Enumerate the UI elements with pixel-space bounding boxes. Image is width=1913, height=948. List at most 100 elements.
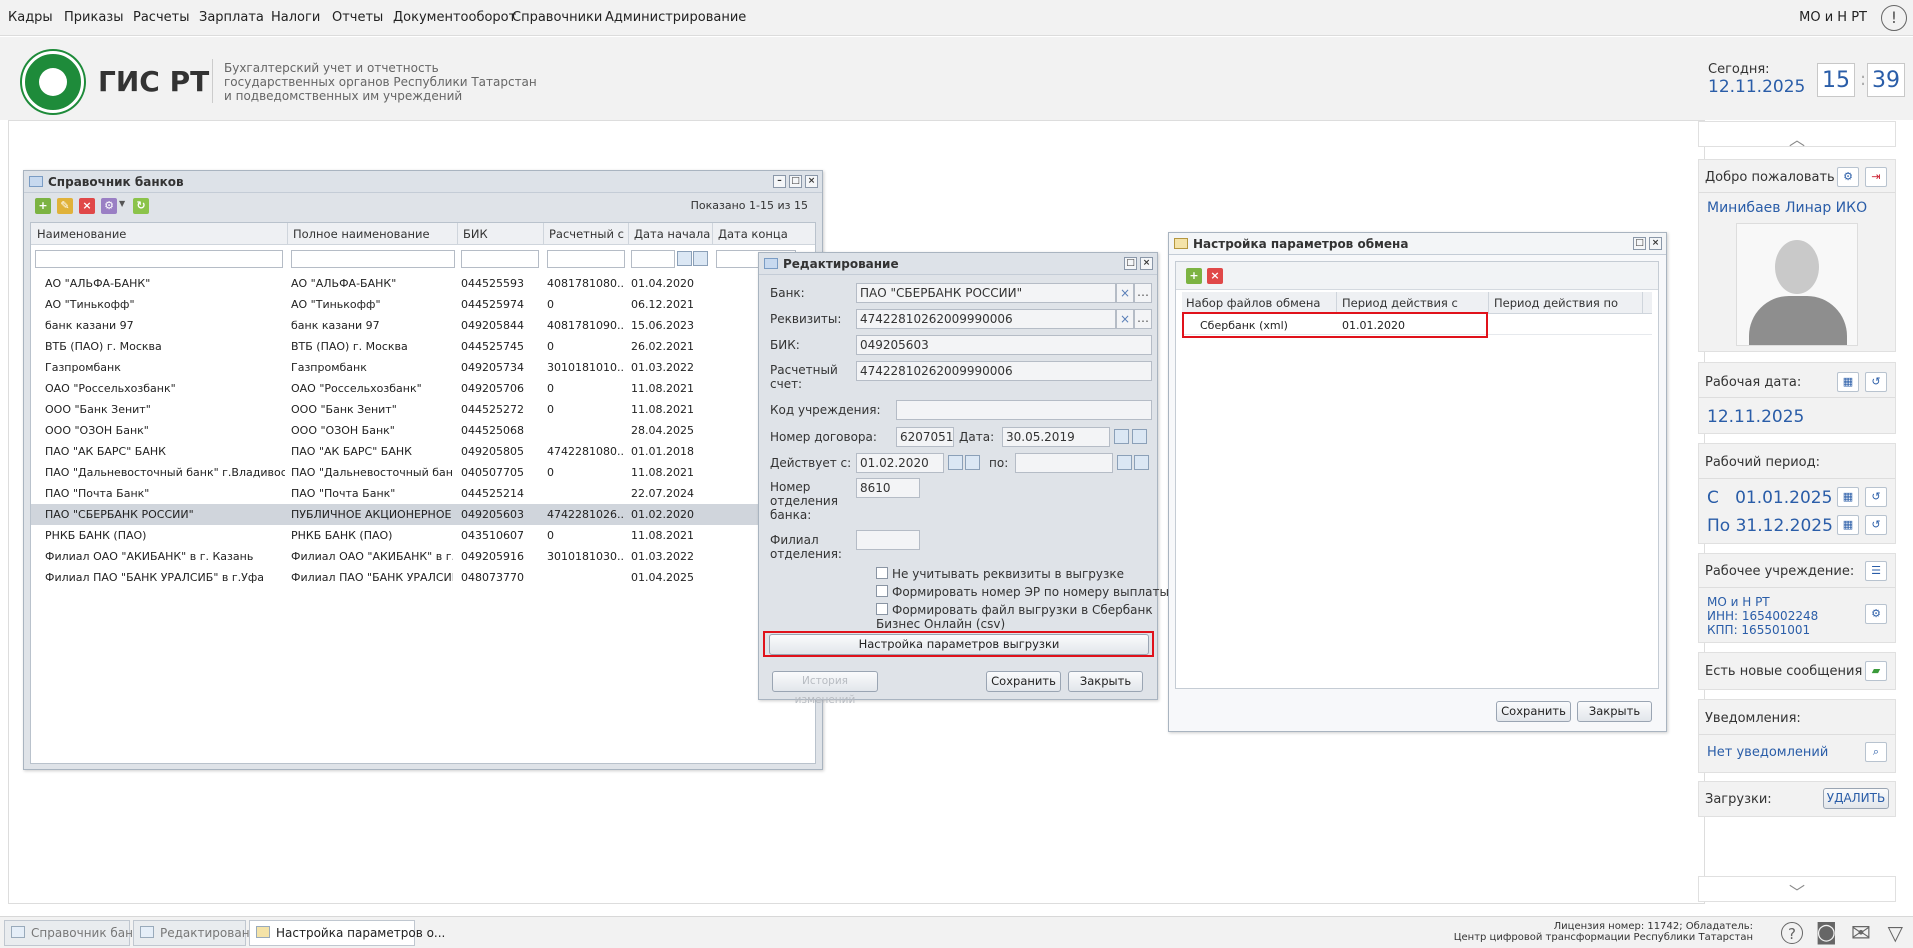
calendar-reset-icon[interactable]: ↺: [1865, 372, 1887, 392]
list-icon[interactable]: ☰: [1865, 561, 1887, 581]
delete-icon[interactable]: ×: [79, 198, 95, 214]
clear-icon[interactable]: ×: [1116, 283, 1134, 303]
calendar-reset-icon[interactable]: ↺: [1865, 515, 1887, 535]
close-icon[interactable]: ×: [805, 175, 818, 188]
exchange-window-titlebar[interactable]: Настройка параметров обмена □ ×: [1169, 233, 1666, 255]
column-header-start-date[interactable]: Дата начала: [634, 227, 710, 241]
panel-scroll-down[interactable]: ﹀: [1698, 876, 1896, 902]
column-header-period-from[interactable]: Период действия с: [1342, 296, 1458, 310]
maximize-icon[interactable]: □: [789, 175, 802, 188]
bank-field[interactable]: ПАО "СБЕРБАНК РОССИИ": [856, 283, 1116, 303]
clear-icon[interactable]: ×: [1116, 309, 1134, 329]
settings-gear-icon[interactable]: ⚙: [1837, 167, 1859, 187]
camera-icon[interactable]: ◙: [1816, 922, 1837, 944]
bik-field[interactable]: 049205603: [856, 335, 1152, 355]
menu-item-nalogi[interactable]: Налоги: [271, 10, 320, 25]
table-row[interactable]: ПАО "АК БАРС" БАНК ПАО "АК БАРС" БАНК 0492…: [31, 441, 815, 462]
account-field[interactable]: 47422810262009990006: [856, 361, 1152, 381]
close-icon[interactable]: ×: [1140, 257, 1153, 270]
branch-number-field[interactable]: 8610: [856, 478, 920, 498]
calendar-icon[interactable]: [948, 455, 963, 470]
valid-to-field[interactable]: [1015, 453, 1113, 473]
calendar-clear-icon[interactable]: [965, 455, 980, 470]
column-header-file-set[interactable]: Набор файлов обмена: [1186, 296, 1320, 310]
table-row[interactable]: ПАО "СБЕРБАНК РОССИИ" ПУБЛИЧНОЕ АКЦИОНЕРН…: [31, 504, 815, 525]
edit-icon[interactable]: ✎: [57, 198, 73, 214]
calendar-clear-icon[interactable]: [1134, 455, 1149, 470]
calendar-icon[interactable]: ▦: [1837, 515, 1859, 535]
menu-item-zarplata[interactable]: Зарплата: [199, 10, 264, 25]
menu-item-otchety[interactable]: Отчеты: [332, 10, 383, 25]
filter-fullname-input[interactable]: [291, 250, 455, 268]
delete-icon[interactable]: ×: [1207, 268, 1223, 284]
alert-icon[interactable]: !: [1881, 5, 1907, 31]
table-row[interactable]: ООО "ОЗОН Банк" ООО "ОЗОН Банк" 044525068 2…: [31, 420, 815, 441]
table-row[interactable]: банк казани 97 банк казани 97 049205844 408…: [31, 315, 815, 336]
filter-start-date-input[interactable]: [631, 250, 675, 268]
mail-icon[interactable]: ✉: [1851, 921, 1871, 945]
table-row[interactable]: АО "Тинькофф" АО "Тинькофф" 044525974 0 06.1…: [31, 294, 815, 315]
calendar-icon[interactable]: [1114, 429, 1129, 444]
column-header-bik[interactable]: БИК: [463, 227, 539, 241]
calendar-clear-icon[interactable]: [693, 251, 708, 266]
save-button[interactable]: Сохранить: [1496, 701, 1571, 722]
filter-name-input[interactable]: [35, 250, 283, 268]
save-button[interactable]: Сохранить: [986, 671, 1061, 692]
calendar-clear-icon[interactable]: [1132, 429, 1147, 444]
filial-field[interactable]: [856, 530, 920, 550]
add-icon[interactable]: +: [35, 198, 51, 214]
user-full-name[interactable]: Минибаев Линар ИКО: [1707, 200, 1867, 216]
menu-item-raschety[interactable]: Расчеты: [133, 10, 189, 25]
refresh-icon[interactable]: ↻: [133, 198, 149, 214]
task-edit[interactable]: Редактирование: [133, 920, 265, 946]
er-number-checkbox[interactable]: [876, 585, 888, 597]
close-button[interactable]: Закрыть: [1577, 701, 1652, 722]
close-icon[interactable]: ×: [1649, 237, 1662, 250]
edit-window-titlebar[interactable]: Редактирование □ ×: [759, 253, 1157, 275]
contract-date-field[interactable]: 30.05.2019: [1002, 427, 1110, 447]
menu-item-admin[interactable]: Администрирование: [605, 10, 746, 25]
table-row[interactable]: Газпромбанк Газпромбанк 049205734 301018101…: [31, 357, 815, 378]
menu-item-kadry[interactable]: Кадры: [8, 10, 53, 25]
table-row[interactable]: Филиал ОАО "АКИБАНК" в г. Казань Филиал О…: [31, 546, 815, 567]
search-icon[interactable]: ⌕: [1865, 742, 1887, 762]
table-row[interactable]: ООО "Банк Зенит" ООО "Банк Зенит" 04452527…: [31, 399, 815, 420]
table-row[interactable]: АО "АЛЬФА-БАНК" АО "АЛЬФА-БАНК" 044525593 4…: [31, 273, 815, 294]
calendar-icon[interactable]: ▦: [1837, 487, 1859, 507]
table-row[interactable]: ПАО "Дальневосточный банк" г.Владивосток…: [31, 462, 815, 483]
calendar-icon[interactable]: [1117, 455, 1132, 470]
column-header-account[interactable]: Расчетный с...: [549, 227, 625, 241]
delete-downloads-button[interactable]: УДАЛИТЬ: [1823, 788, 1889, 809]
ignore-requisites-checkbox[interactable]: [876, 567, 888, 579]
filter-account-input[interactable]: [547, 250, 625, 268]
requisites-field[interactable]: 47422810262009990006: [856, 309, 1116, 329]
calendar-icon[interactable]: [677, 251, 692, 266]
add-icon[interactable]: +: [1186, 268, 1202, 284]
maximize-icon[interactable]: □: [1633, 237, 1646, 250]
valid-from-field[interactable]: 01.02.2020: [856, 453, 944, 473]
current-user-short[interactable]: МО и Н РТ: [1799, 10, 1867, 25]
chevron-up-icon[interactable]: ︿: [1789, 126, 1805, 150]
close-button[interactable]: Закрыть: [1068, 671, 1143, 692]
history-button[interactable]: История изменений: [772, 671, 878, 706]
chevron-down-icon[interactable]: ▽: [1888, 922, 1903, 944]
lookup-ellipsis-icon[interactable]: …: [1134, 309, 1152, 329]
table-row[interactable]: РНКБ БАНК (ПАО) РНКБ БАНК (ПАО) 043510607 0…: [31, 525, 815, 546]
maximize-icon[interactable]: □: [1124, 257, 1137, 270]
menu-item-docflow[interactable]: Документооборот: [393, 10, 516, 25]
settings-dropdown-icon[interactable]: ⚙: [101, 198, 117, 214]
calendar-reset-icon[interactable]: ↺: [1865, 487, 1887, 507]
filter-bik-input[interactable]: [461, 250, 539, 268]
settings-gear-icon[interactable]: ⚙: [1865, 604, 1887, 624]
chevron-down-icon[interactable]: ▼: [119, 199, 125, 208]
task-banks-directory[interactable]: Справочник банков: [4, 920, 155, 946]
banks-window-titlebar[interactable]: Справочник банков – □ ×: [24, 171, 822, 193]
new-messages-label[interactable]: Есть новые сообщения: [1705, 664, 1862, 679]
table-row[interactable]: ПАО "Почта Банк" ПАО "Почта Банк" 04452521…: [31, 483, 815, 504]
menu-item-prikazy[interactable]: Приказы: [64, 10, 123, 25]
lookup-ellipsis-icon[interactable]: …: [1134, 283, 1152, 303]
column-header-end-date[interactable]: Дата конца: [718, 227, 798, 241]
column-header-period-to[interactable]: Период действия по: [1494, 296, 1618, 310]
minimize-icon[interactable]: –: [773, 175, 786, 188]
sberbank-csv-checkbox[interactable]: [876, 603, 888, 615]
